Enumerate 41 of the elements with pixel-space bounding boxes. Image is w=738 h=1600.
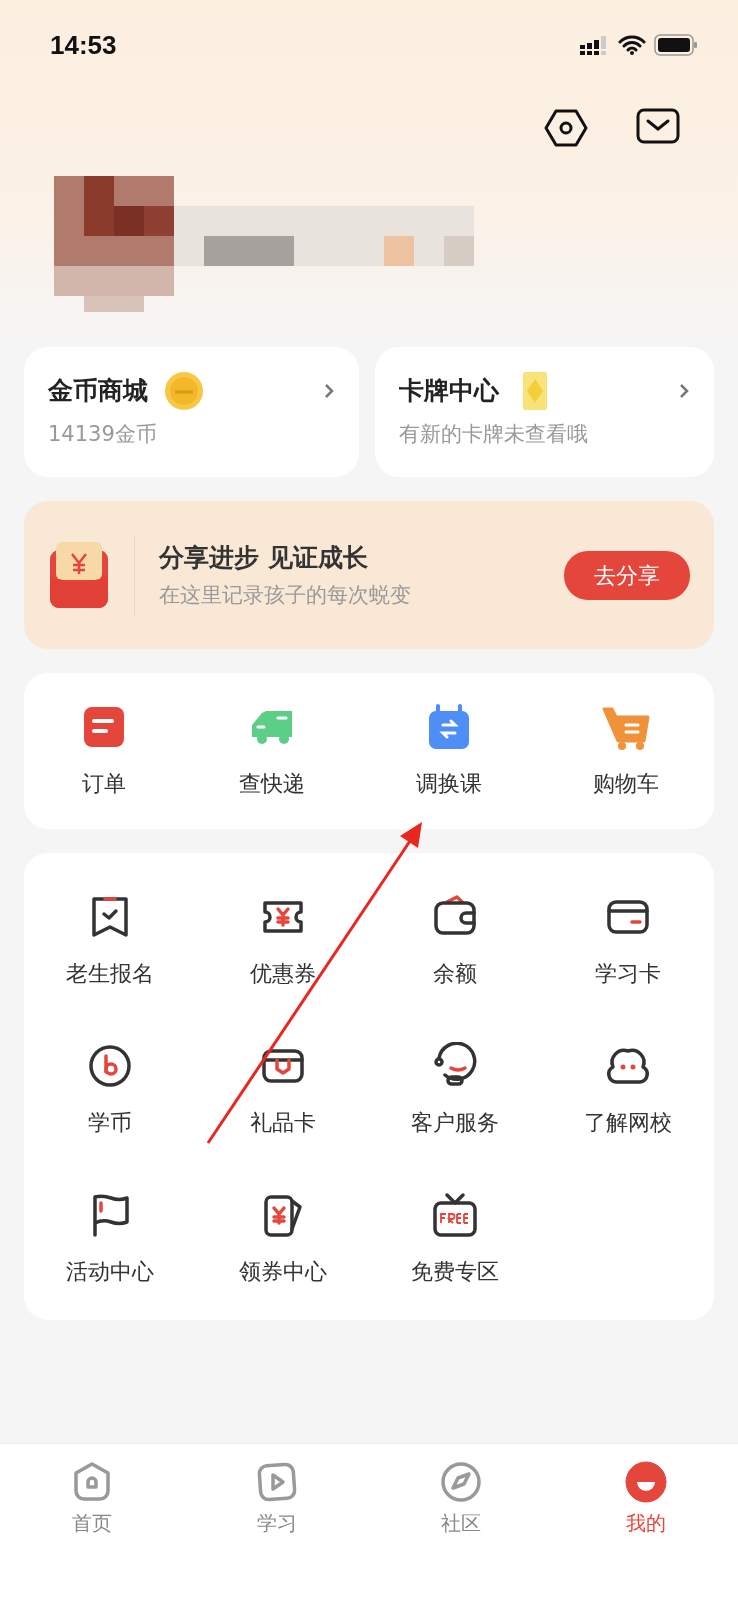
service-item[interactable]: 学习卡 (541, 893, 714, 990)
shortcut-item[interactable]: 查快递 (183, 702, 360, 800)
service-item[interactable]: 活动中心 (24, 1191, 197, 1288)
card-title: 金币商城 (48, 375, 148, 408)
wifi-icon (618, 35, 646, 55)
banner-subtitle: 在这里记录孩子的每次蜕变 (159, 582, 412, 609)
envelope-icon (48, 540, 110, 610)
service-item[interactable]: 礼品卡 (196, 1042, 369, 1139)
card-tile[interactable]: 卡牌中心 有新的卡牌未查看哦 (374, 347, 714, 477)
free-tv-icon (431, 1191, 480, 1239)
status-time: 14:53 (50, 28, 117, 62)
shortcut-item[interactable]: 调换课 (360, 702, 537, 800)
banner-title: 分享进步 见证成长 (159, 541, 369, 574)
chevron-icon (322, 382, 335, 400)
tab-item[interactable]: 学习 (184, 1444, 369, 1600)
share-button[interactable]: 去分享 (564, 550, 690, 600)
service-item[interactable]: 余额 (369, 893, 542, 990)
service-item[interactable]: 老生报名 (24, 893, 197, 990)
tab-item[interactable]: 我的 (553, 1444, 738, 1600)
tab-item[interactable]: 社区 (369, 1444, 554, 1600)
tab-item[interactable]: 首页 (0, 1444, 185, 1600)
compass-icon (439, 1460, 484, 1504)
service-item[interactable]: 免费专区 (369, 1191, 542, 1288)
service-item[interactable]: 客户服务 (369, 1042, 542, 1139)
share-banner[interactable]: 分享进步 见证成长 在这里记录孩子的每次蜕变 去分享 (24, 501, 714, 649)
service-item[interactable]: 优惠券 (196, 893, 369, 990)
coin-icon (164, 371, 204, 411)
card-subtitle: 14139金币 (48, 421, 158, 448)
profile-icon (623, 1460, 668, 1504)
settings-icon[interactable] (544, 108, 588, 148)
card-tile[interactable]: 金币商城 14139金币 (24, 347, 359, 477)
card-title: 卡牌中心 (398, 375, 499, 408)
shortcut-item[interactable]: 订单 (24, 702, 183, 800)
battery-icon (654, 34, 698, 56)
service-item[interactable]: 了解网校 (541, 1042, 714, 1139)
service-item[interactable]: 学币 (24, 1042, 197, 1139)
mail-icon[interactable] (636, 108, 680, 144)
service-item[interactable]: 领券中心 (196, 1191, 369, 1288)
card-subtitle: 有新的卡牌未查看哦 (398, 421, 589, 448)
shortcut-item[interactable]: 购物车 (537, 702, 714, 800)
chevron-icon (678, 382, 690, 400)
